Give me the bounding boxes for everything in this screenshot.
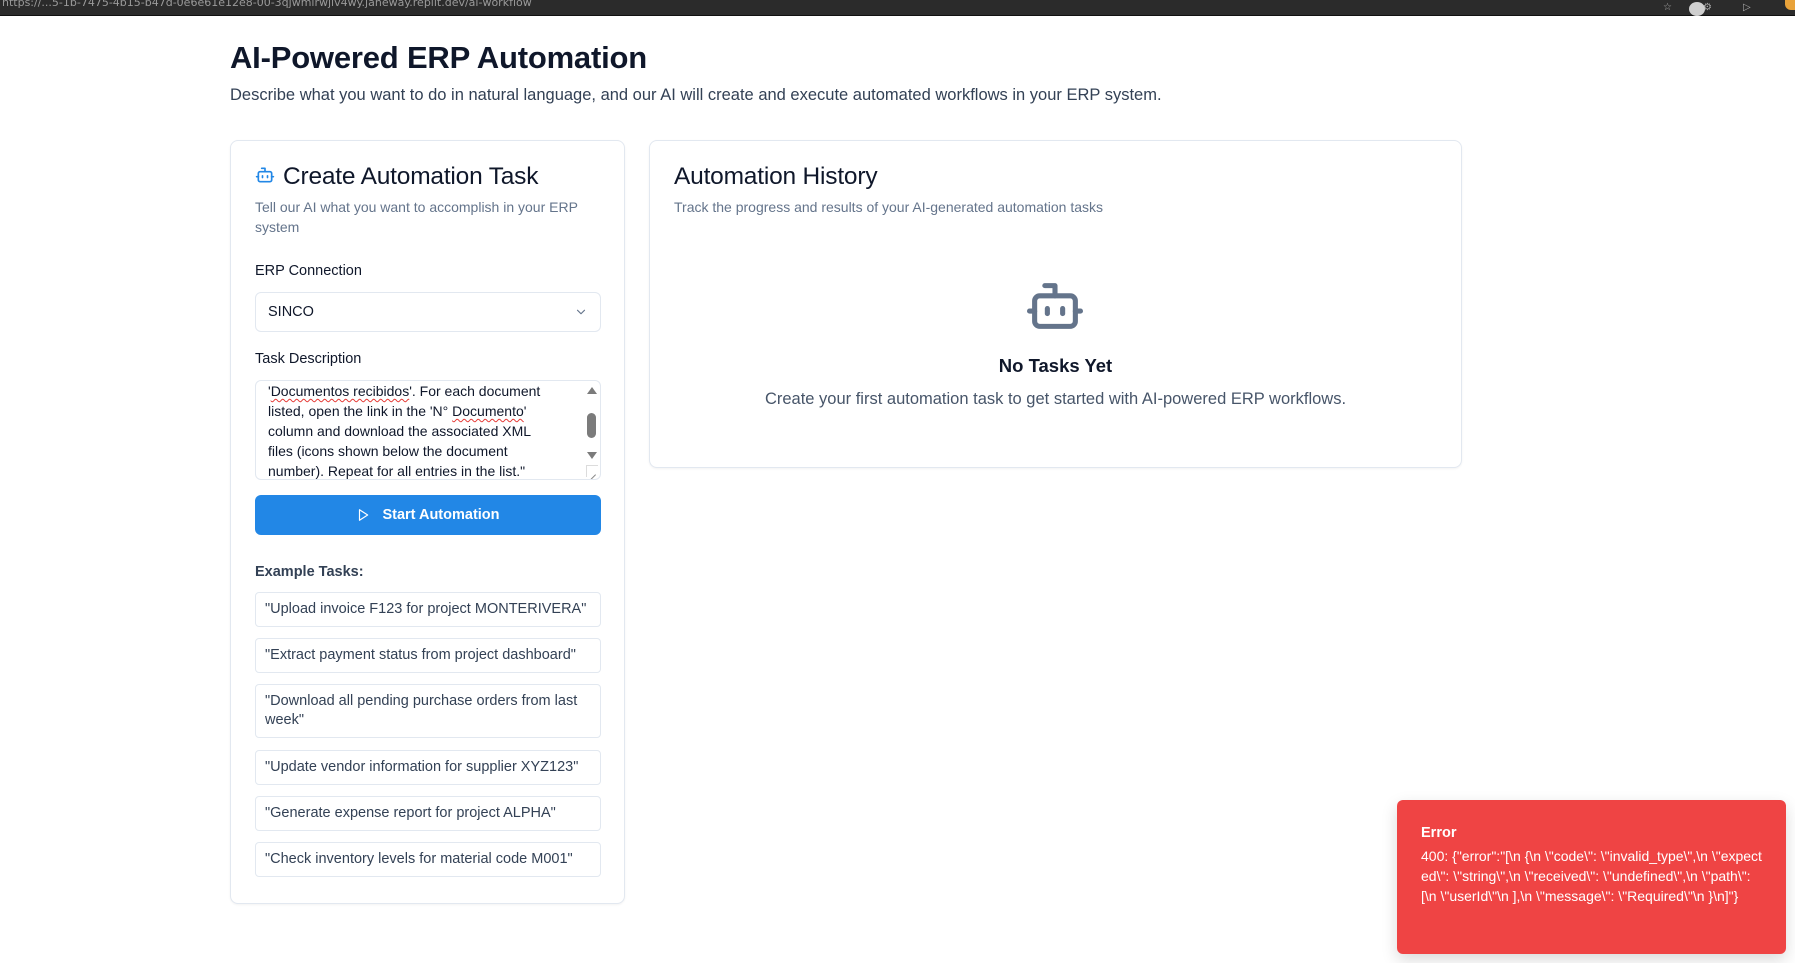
textarea-scrollbar[interactable] [584, 383, 598, 467]
example-task-item[interactable]: "Extract payment status from project das… [255, 638, 601, 673]
erp-connection-value: SINCO [268, 304, 314, 320]
create-task-title: Create Automation Task [283, 163, 539, 190]
browser-toolbar-icons: ☆ ⚙ ▷ [1663, 0, 1755, 16]
example-task-item[interactable]: "Generate expense report for project ALP… [255, 796, 601, 831]
example-task-item[interactable]: "Check inventory levels for material cod… [255, 842, 601, 877]
task-text-line: number). Repeat for all entries in the l… [268, 463, 526, 479]
erp-connection-select[interactable]: SINCO [255, 292, 601, 332]
scroll-down-arrow-icon[interactable] [587, 452, 597, 459]
misspelled-word: Documento [452, 403, 524, 419]
task-text-line: files (icons shown below the document [268, 443, 508, 459]
automation-history-card: Automation History Track the progress an… [649, 140, 1462, 468]
erp-connection-label: ERP Connection [255, 263, 362, 279]
task-description-label: Task Description [255, 351, 362, 367]
empty-state-description: Create your first automation task to get… [764, 390, 1347, 408]
task-text-fragment: ' [523, 403, 527, 419]
browser-toolbar: https://...5-1b-7475-4b15-b47d-0e6e61e12… [0, 0, 1795, 16]
address-bar[interactable]: https://...5-1b-7475-4b15-b47d-0e6e61e12… [2, 0, 532, 9]
chevron-down-icon [576, 309, 586, 315]
example-task-item[interactable]: "Update vendor information for supplier … [255, 750, 601, 785]
misspelled-word: Documentos recibidos [270, 383, 410, 399]
profile-avatar[interactable] [1689, 2, 1705, 16]
create-task-description: Tell our AI what you want to accomplish … [255, 199, 578, 235]
bot-icon [1024, 278, 1086, 334]
page-subtitle: Describe what you want to do in natural … [230, 86, 1162, 104]
play-icon [359, 509, 369, 521]
error-toast[interactable]: Error 400: {"error":"[\n {\n \"code\": \… [1397, 800, 1786, 954]
media-play-icon[interactable]: ▷ [1743, 3, 1755, 13]
task-text-fragment: listed, open the link in the 'N° [268, 403, 453, 419]
start-automation-button[interactable]: Start Automation [255, 495, 601, 535]
history-header: Automation History [674, 163, 878, 191]
history-description: Track the progress and results of your A… [674, 199, 1104, 215]
toast-message: 400: {"error":"[\n {\n \"code\": \"inval… [1421, 848, 1762, 904]
history-title: Automation History [674, 163, 878, 190]
scroll-up-arrow-icon[interactable] [587, 387, 597, 394]
create-task-header: Create Automation Task [255, 163, 538, 191]
create-task-card: Create Automation Task Tell our AI what … [230, 140, 625, 904]
notification-corner [1785, 0, 1795, 10]
task-text-line: column and download the associated XML [268, 423, 532, 439]
textarea-resize-handle[interactable] [586, 465, 598, 477]
toast-title: Error [1421, 825, 1457, 841]
start-automation-label: Start Automation [382, 507, 500, 523]
empty-state-title: No Tasks Yet [998, 355, 1113, 376]
task-description-textarea[interactable]: ' Documentos recibidos'. For each documen… [255, 380, 601, 480]
bookmark-star-icon[interactable]: ☆ [1663, 3, 1675, 13]
page-title: AI-Powered ERP Automation [230, 40, 647, 75]
bot-icon [255, 165, 275, 190]
scroll-thumb[interactable] [587, 413, 596, 438]
task-description-text: ' Documentos recibidos'. For each documen… [268, 381, 578, 479]
example-task-item[interactable]: "Download all pending purchase orders fr… [255, 684, 601, 738]
example-task-item[interactable]: "Upload invoice F123 for project MONTERI… [255, 592, 601, 627]
task-text-fragment: '. For each document [409, 383, 541, 399]
example-tasks-label: Example Tasks: [255, 564, 364, 580]
